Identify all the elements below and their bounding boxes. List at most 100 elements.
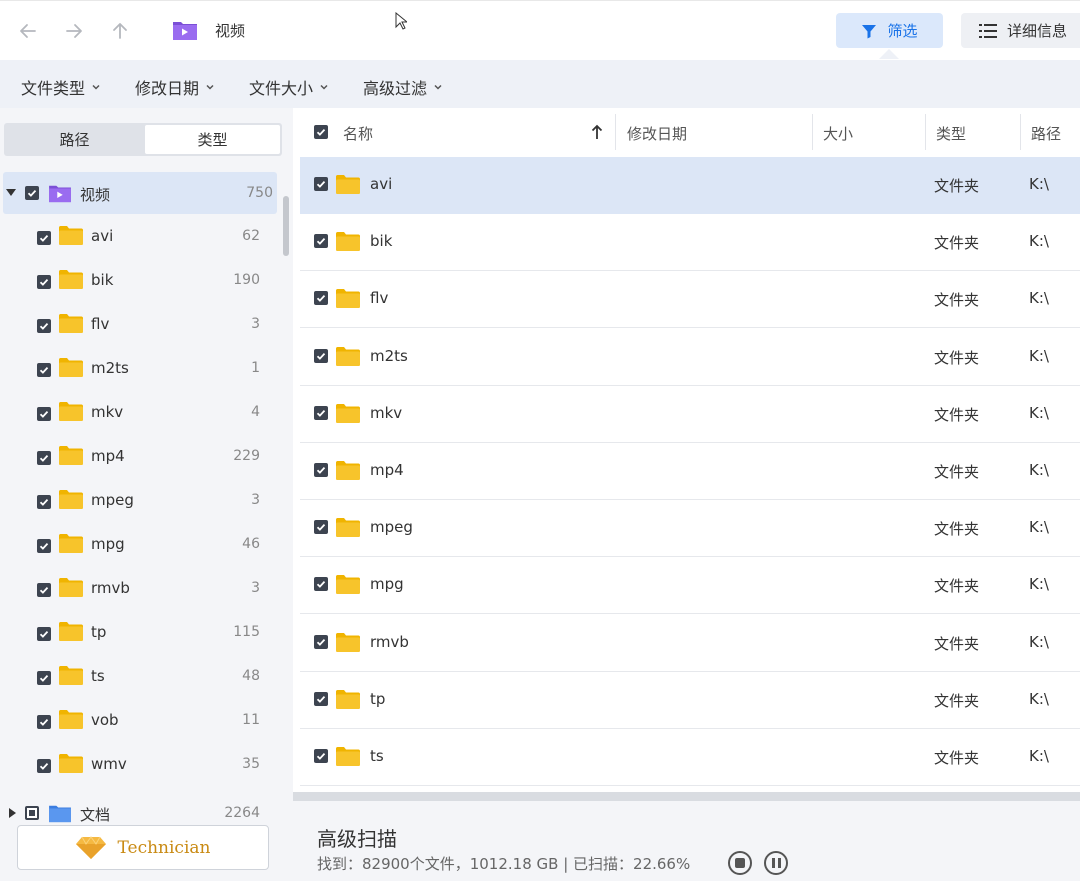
row-type: 文件夹 bbox=[934, 177, 980, 195]
folder-icon bbox=[59, 710, 83, 729]
table-row[interactable]: mp4 文件夹 K:\ bbox=[300, 443, 1080, 500]
checkbox[interactable] bbox=[37, 671, 51, 685]
sidebar-item-label: mpeg bbox=[91, 491, 134, 509]
up-button[interactable] bbox=[108, 17, 132, 45]
advanced-filter[interactable]: 高级过滤 bbox=[363, 75, 443, 99]
checkbox[interactable] bbox=[37, 495, 51, 509]
breadcrumb[interactable]: 视频 bbox=[215, 20, 245, 41]
row-checkbox[interactable] bbox=[314, 749, 328, 763]
sort-ascending-icon[interactable] bbox=[591, 124, 603, 140]
tab-type[interactable]: 类型 bbox=[145, 125, 280, 154]
horizontal-scrollbar[interactable] bbox=[293, 792, 1080, 801]
file-size-filter[interactable]: 文件大小 bbox=[249, 75, 329, 99]
table-row[interactable]: rmvb 文件夹 K:\ bbox=[300, 615, 1080, 672]
sidebar-item-mkv[interactable]: mkv 4 bbox=[0, 392, 280, 436]
checkbox[interactable] bbox=[37, 451, 51, 465]
file-type-filter[interactable]: 文件类型 bbox=[21, 75, 101, 99]
sidebar-item-count: 229 bbox=[233, 448, 260, 464]
column-modified[interactable]: 修改日期 bbox=[627, 123, 687, 144]
table-row[interactable]: mpg 文件夹 K:\ bbox=[300, 557, 1080, 615]
sidebar-item-vob[interactable]: vob 11 bbox=[0, 700, 280, 744]
sidebar-item-ts[interactable]: ts 48 bbox=[0, 656, 280, 700]
details-button[interactable]: 详细信息 bbox=[961, 13, 1080, 48]
checkbox-partial[interactable] bbox=[25, 806, 39, 820]
folder-icon bbox=[336, 461, 360, 480]
check-icon bbox=[316, 581, 326, 589]
sidebar-item-mpeg[interactable]: mpeg 3 bbox=[0, 480, 280, 524]
table-row[interactable]: ts 文件夹 K:\ bbox=[300, 729, 1080, 786]
stop-scan-button[interactable] bbox=[728, 851, 752, 875]
checkbox[interactable] bbox=[37, 759, 51, 773]
checkbox[interactable] bbox=[37, 407, 51, 421]
sidebar-item-rmvb[interactable]: rmvb 3 bbox=[0, 568, 280, 612]
document-folder-icon bbox=[49, 805, 71, 823]
select-all-checkbox[interactable] bbox=[314, 125, 328, 139]
technician-button[interactable]: Technician bbox=[17, 825, 269, 870]
row-checkbox[interactable] bbox=[314, 463, 328, 477]
checkbox[interactable] bbox=[37, 363, 51, 377]
checkbox[interactable] bbox=[37, 231, 51, 245]
sidebar-item-avi[interactable]: avi 62 bbox=[0, 216, 280, 260]
table-row[interactable]: m2ts 文件夹 K:\ bbox=[300, 329, 1080, 386]
row-checkbox[interactable] bbox=[314, 520, 328, 535]
view-toggle: 路径 类型 bbox=[4, 123, 282, 156]
tree-root-count: 2264 bbox=[224, 805, 260, 821]
row-checkbox[interactable] bbox=[314, 291, 328, 306]
sidebar-item-count: 1 bbox=[251, 360, 260, 376]
tree-root-video[interactable]: 视频 750 bbox=[3, 172, 277, 214]
row-checkbox[interactable] bbox=[314, 177, 328, 191]
checkbox[interactable] bbox=[37, 715, 51, 729]
check-icon bbox=[316, 238, 326, 246]
table-row[interactable]: avi 文件夹 K:\ bbox=[300, 157, 1080, 214]
row-checkbox[interactable] bbox=[314, 577, 328, 592]
table-row[interactable]: mkv 文件夹 K:\ bbox=[300, 386, 1080, 443]
checkbox[interactable] bbox=[37, 319, 51, 333]
checkbox[interactable] bbox=[37, 583, 51, 597]
back-button[interactable] bbox=[16, 17, 40, 45]
row-checkbox[interactable] bbox=[314, 691, 328, 706]
mouse-cursor-icon bbox=[395, 12, 407, 30]
tab-path[interactable]: 路径 bbox=[6, 125, 143, 154]
forward-button[interactable] bbox=[62, 17, 86, 45]
caret-right-icon[interactable] bbox=[7, 808, 17, 818]
table-row[interactable]: bik 文件夹 K:\ bbox=[300, 214, 1080, 272]
sidebar-item-mp4[interactable]: mp4 229 bbox=[0, 436, 280, 480]
table-row[interactable]: mpeg 文件夹 K:\ bbox=[300, 500, 1080, 558]
folder-icon bbox=[59, 314, 83, 333]
row-type: 文件夹 bbox=[934, 634, 980, 653]
sidebar-item-bik[interactable]: bik 190 bbox=[0, 260, 280, 304]
video-folder-icon bbox=[49, 185, 71, 203]
row-checkbox[interactable] bbox=[314, 634, 328, 649]
check-icon bbox=[316, 695, 326, 703]
checkbox[interactable] bbox=[25, 186, 39, 200]
checkbox[interactable] bbox=[37, 539, 51, 553]
filter-button[interactable]: 筛选 bbox=[836, 13, 943, 48]
row-checkbox[interactable] bbox=[314, 405, 328, 420]
pause-scan-button[interactable] bbox=[764, 851, 788, 875]
sidebar-scrollbar[interactable] bbox=[283, 196, 289, 256]
arrow-right-icon bbox=[66, 24, 82, 38]
folder-icon bbox=[336, 518, 360, 538]
sidebar-item-wmv[interactable]: wmv 35 bbox=[0, 744, 280, 788]
folder-icon bbox=[336, 232, 360, 252]
row-name: ts bbox=[370, 747, 384, 765]
sidebar-item-tp[interactable]: tp 115 bbox=[0, 612, 280, 656]
modified-date-filter[interactable]: 修改日期 bbox=[135, 75, 215, 99]
caret-down-icon[interactable] bbox=[6, 187, 16, 197]
row-path: K:\ bbox=[1029, 632, 1049, 651]
checkbox[interactable] bbox=[37, 275, 51, 289]
column-path[interactable]: 路径 bbox=[1031, 123, 1061, 144]
row-checkbox[interactable] bbox=[314, 348, 328, 363]
table-row[interactable]: tp 文件夹 K:\ bbox=[300, 672, 1080, 729]
sidebar-item-flv[interactable]: flv 3 bbox=[0, 304, 280, 348]
column-name[interactable]: 名称 bbox=[343, 123, 373, 144]
row-checkbox[interactable] bbox=[314, 234, 328, 249]
check-icon bbox=[39, 322, 49, 330]
checkbox[interactable] bbox=[37, 627, 51, 641]
table-row[interactable]: flv 文件夹 K:\ bbox=[300, 271, 1080, 329]
sidebar-item-mpg[interactable]: mpg 46 bbox=[0, 524, 280, 568]
sidebar-item-m2ts[interactable]: m2ts 1 bbox=[0, 348, 280, 392]
column-type[interactable]: 类型 bbox=[936, 123, 966, 144]
column-size[interactable]: 大小 bbox=[823, 123, 853, 144]
row-name: mpeg bbox=[370, 518, 413, 537]
